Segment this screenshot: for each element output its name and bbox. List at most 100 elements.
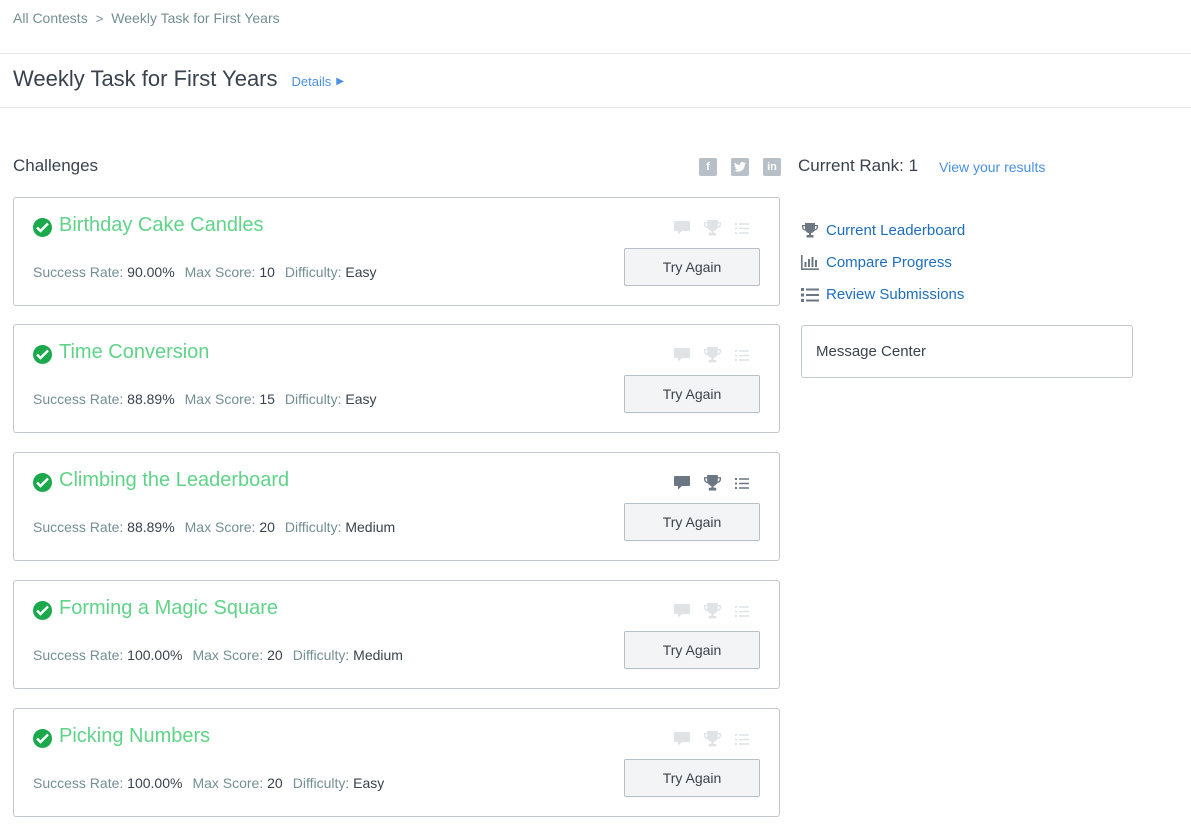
challenge-stats: Success Rate: 90.00% Max Score: 10 Difficu… [33, 264, 386, 280]
max-score-label: Max Score: [192, 775, 264, 791]
success-rate-label: Success Rate: [33, 519, 124, 535]
try-again-button[interactable]: Try Again [624, 759, 760, 797]
submissions-list-icon[interactable] [735, 605, 749, 617]
breadcrumb-all-contests[interactable]: All Contests [13, 10, 88, 26]
success-rate-value: 100.00% [127, 647, 183, 663]
max-score-label: Max Score: [184, 264, 256, 280]
discussion-icon[interactable] [674, 348, 690, 362]
try-again-button[interactable]: Try Again [624, 631, 760, 669]
submissions-list-icon[interactable] [735, 349, 749, 361]
list-icon [800, 287, 820, 302]
solved-check-icon [33, 345, 52, 364]
solved-check-icon [33, 218, 52, 237]
difficulty-label: Difficulty: [284, 264, 342, 280]
difficulty-value: Easy [345, 391, 377, 407]
breadcrumb-current-contest[interactable]: Weekly Task for First Years [111, 10, 279, 26]
solved-check-icon [33, 473, 52, 492]
view-results-link[interactable]: View your results [939, 159, 1045, 175]
success-rate-value: 88.89% [127, 519, 175, 535]
current-leaderboard-link[interactable]: Current Leaderboard [800, 222, 965, 239]
challenges-heading: Challenges [13, 156, 99, 175]
challenge-stats: Success Rate: 100.00% Max Score: 20 Diffic… [33, 775, 394, 791]
difficulty-value: Medium [345, 519, 396, 535]
compare-progress-label: Compare Progress [826, 254, 952, 271]
leaderboard-trophy-icon[interactable] [704, 347, 721, 363]
rank-value: 1 [908, 156, 919, 175]
difficulty-label: Difficulty: [284, 519, 342, 535]
details-label: Details [291, 74, 332, 89]
discussion-icon[interactable] [674, 221, 690, 235]
challenge-name[interactable]: Forming a Magic Square [59, 597, 278, 620]
challenge-actions [674, 347, 763, 363]
difficulty-label: Difficulty: [292, 775, 350, 791]
max-score-value: 20 [259, 519, 275, 535]
leaderboard-trophy-icon[interactable] [704, 603, 721, 619]
difficulty-label: Difficulty: [284, 391, 342, 407]
success-rate-value: 90.00% [127, 264, 175, 280]
review-submissions-link[interactable]: Review Submissions [800, 286, 964, 303]
twitter-icon[interactable] [731, 158, 749, 176]
compare-progress-link[interactable]: Compare Progress [800, 254, 952, 271]
submissions-list-icon[interactable] [735, 477, 749, 489]
challenge-stats: Success Rate: 88.89% Max Score: 20 Difficu… [33, 519, 405, 535]
leaderboard-trophy-icon[interactable] [704, 475, 721, 491]
divider [0, 107, 1191, 108]
challenge-actions [674, 731, 763, 747]
max-score-value: 10 [259, 264, 275, 280]
challenge-name[interactable]: Time Conversion [59, 341, 209, 364]
success-rate-label: Success Rate: [33, 647, 124, 663]
challenge-actions [674, 220, 763, 236]
trophy-icon [800, 223, 820, 238]
max-score-label: Max Score: [184, 519, 256, 535]
breadcrumb: All Contests > Weekly Task for First Yea… [13, 10, 280, 26]
difficulty-value: Medium [353, 647, 403, 663]
current-rank: Current Rank: 1 [798, 156, 918, 176]
leaderboard-trophy-icon[interactable] [704, 731, 721, 747]
success-rate-value: 88.89% [127, 391, 175, 407]
success-rate-label: Success Rate: [33, 264, 124, 280]
challenge-name[interactable]: Picking Numbers [59, 725, 210, 748]
max-score-value: 15 [259, 391, 275, 407]
challenge-actions [674, 475, 763, 491]
try-again-button[interactable]: Try Again [624, 248, 760, 286]
divider [0, 53, 1191, 54]
challenge-actions [674, 603, 763, 619]
challenge-card: Time Conversion Success Rate: 88.89% Max S… [13, 324, 780, 433]
details-link[interactable]: Details ▶ [292, 74, 344, 89]
rank-label: Current Rank: [798, 156, 904, 175]
review-submissions-label: Review Submissions [826, 286, 965, 303]
challenge-stats: Success Rate: 88.89% Max Score: 15 Difficu… [33, 391, 386, 407]
challenge-stats: Success Rate: 100.00% Max Score: 20 Diffic… [33, 647, 413, 663]
discussion-icon[interactable] [674, 476, 690, 490]
submissions-list-icon[interactable] [735, 733, 749, 745]
success-rate-label: Success Rate: [33, 391, 124, 407]
message-center-label: Message Center [816, 343, 927, 360]
submissions-list-icon[interactable] [735, 222, 749, 234]
challenge-card: Birthday Cake Candles Success Rate: 90.00… [13, 197, 780, 306]
discussion-icon[interactable] [674, 732, 690, 746]
max-score-value: 20 [267, 647, 283, 663]
message-center[interactable]: Message Center [801, 325, 1133, 378]
breadcrumb-separator: > [95, 10, 104, 26]
solved-check-icon [33, 601, 52, 620]
max-score-label: Max Score: [184, 391, 256, 407]
title-row: Weekly Task for First Years Details ▶ [13, 66, 344, 92]
linkedin-icon[interactable]: in [763, 158, 781, 176]
success-rate-value: 100.00% [127, 775, 183, 791]
solved-check-icon [33, 729, 52, 748]
challenge-name[interactable]: Climbing the Leaderboard [59, 469, 289, 492]
facebook-icon[interactable]: f [699, 158, 717, 176]
challenge-card: Picking Numbers Success Rate: 100.00% Max … [13, 708, 780, 817]
discussion-icon[interactable] [674, 604, 690, 618]
success-rate-label: Success Rate: [33, 775, 124, 791]
page-title: Weekly Task for First Years [13, 66, 278, 91]
difficulty-value: Easy [345, 264, 377, 280]
try-again-button[interactable]: Try Again [624, 375, 760, 413]
bar-chart-icon [800, 255, 820, 270]
challenge-card: Climbing the Leaderboard Success Rate: 88… [13, 452, 780, 561]
play-triangle-icon: ▶ [336, 76, 344, 87]
max-score-label: Max Score: [192, 647, 264, 663]
try-again-button[interactable]: Try Again [624, 503, 760, 541]
leaderboard-trophy-icon[interactable] [704, 220, 721, 236]
challenge-name[interactable]: Birthday Cake Candles [59, 214, 264, 237]
